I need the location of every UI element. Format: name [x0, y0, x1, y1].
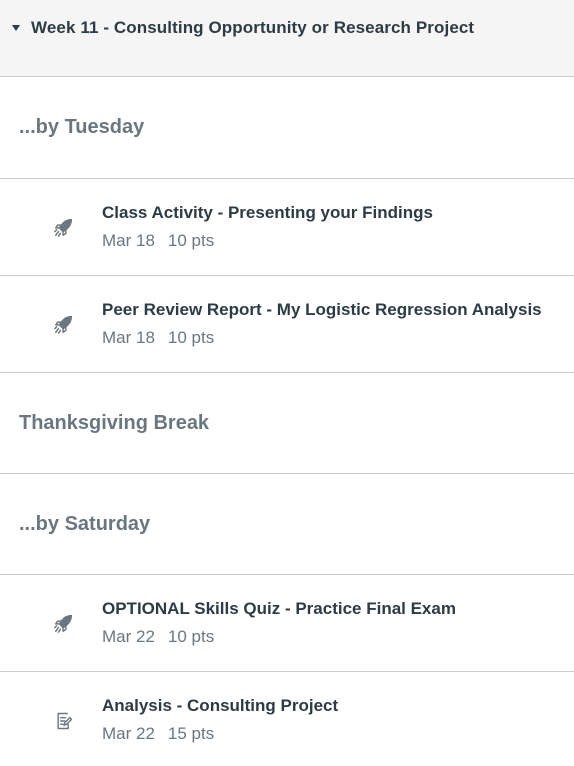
rocket-icon [53, 612, 75, 634]
subheader-label: Thanksgiving Break [19, 411, 210, 434]
item-meta: Mar 18 10 pts [102, 328, 542, 348]
item-title-link[interactable]: Class Activity - Presenting your Finding… [102, 203, 433, 223]
subheader-thanksgiving-break: Thanksgiving Break [0, 373, 574, 474]
due-date: Mar 22 [102, 724, 155, 743]
module-item[interactable]: Class Activity - Presenting your Finding… [0, 179, 574, 276]
subheader-by-tuesday: ...by Tuesday [0, 77, 574, 179]
rocket-icon [53, 313, 75, 335]
item-meta: Mar 22 10 pts [102, 627, 456, 647]
item-meta: Mar 22 15 pts [102, 724, 338, 744]
collapse-triangle-icon[interactable] [12, 25, 20, 31]
subheader-label: ...by Tuesday [19, 116, 145, 138]
module-item[interactable]: Analysis - Consulting Project Mar 22 15 p… [0, 672, 574, 766]
points: 15 pts [167, 724, 215, 743]
assignment-icon [53, 710, 75, 732]
item-title-link[interactable]: Analysis - Consulting Project [102, 696, 338, 716]
item-title-link[interactable]: OPTIONAL Skills Quiz - Practice Final Ex… [102, 599, 456, 619]
item-meta: Mar 18 10 pts [102, 231, 433, 251]
due-date: Mar 18 [102, 328, 155, 347]
points: 10 pts [167, 627, 215, 646]
item-title-link[interactable]: Peer Review Report - My Logistic Regress… [102, 300, 542, 320]
module-item[interactable]: Peer Review Report - My Logistic Regress… [0, 276, 574, 373]
module-item[interactable]: OPTIONAL Skills Quiz - Practice Final Ex… [0, 575, 574, 672]
rocket-icon [53, 216, 75, 238]
points: 10 pts [167, 231, 215, 250]
due-date: Mar 22 [102, 627, 155, 646]
points: 10 pts [167, 328, 215, 347]
module-title[interactable]: Week 11 - Consulting Opportunity or Rese… [31, 18, 474, 38]
due-date: Mar 18 [102, 231, 155, 250]
subheader-by-saturday: ...by Saturday [0, 474, 574, 575]
module-header[interactable]: Week 11 - Consulting Opportunity or Rese… [0, 0, 574, 77]
module-container: Week 11 - Consulting Opportunity or Rese… [0, 0, 574, 766]
subheader-label: ...by Saturday [19, 512, 151, 535]
